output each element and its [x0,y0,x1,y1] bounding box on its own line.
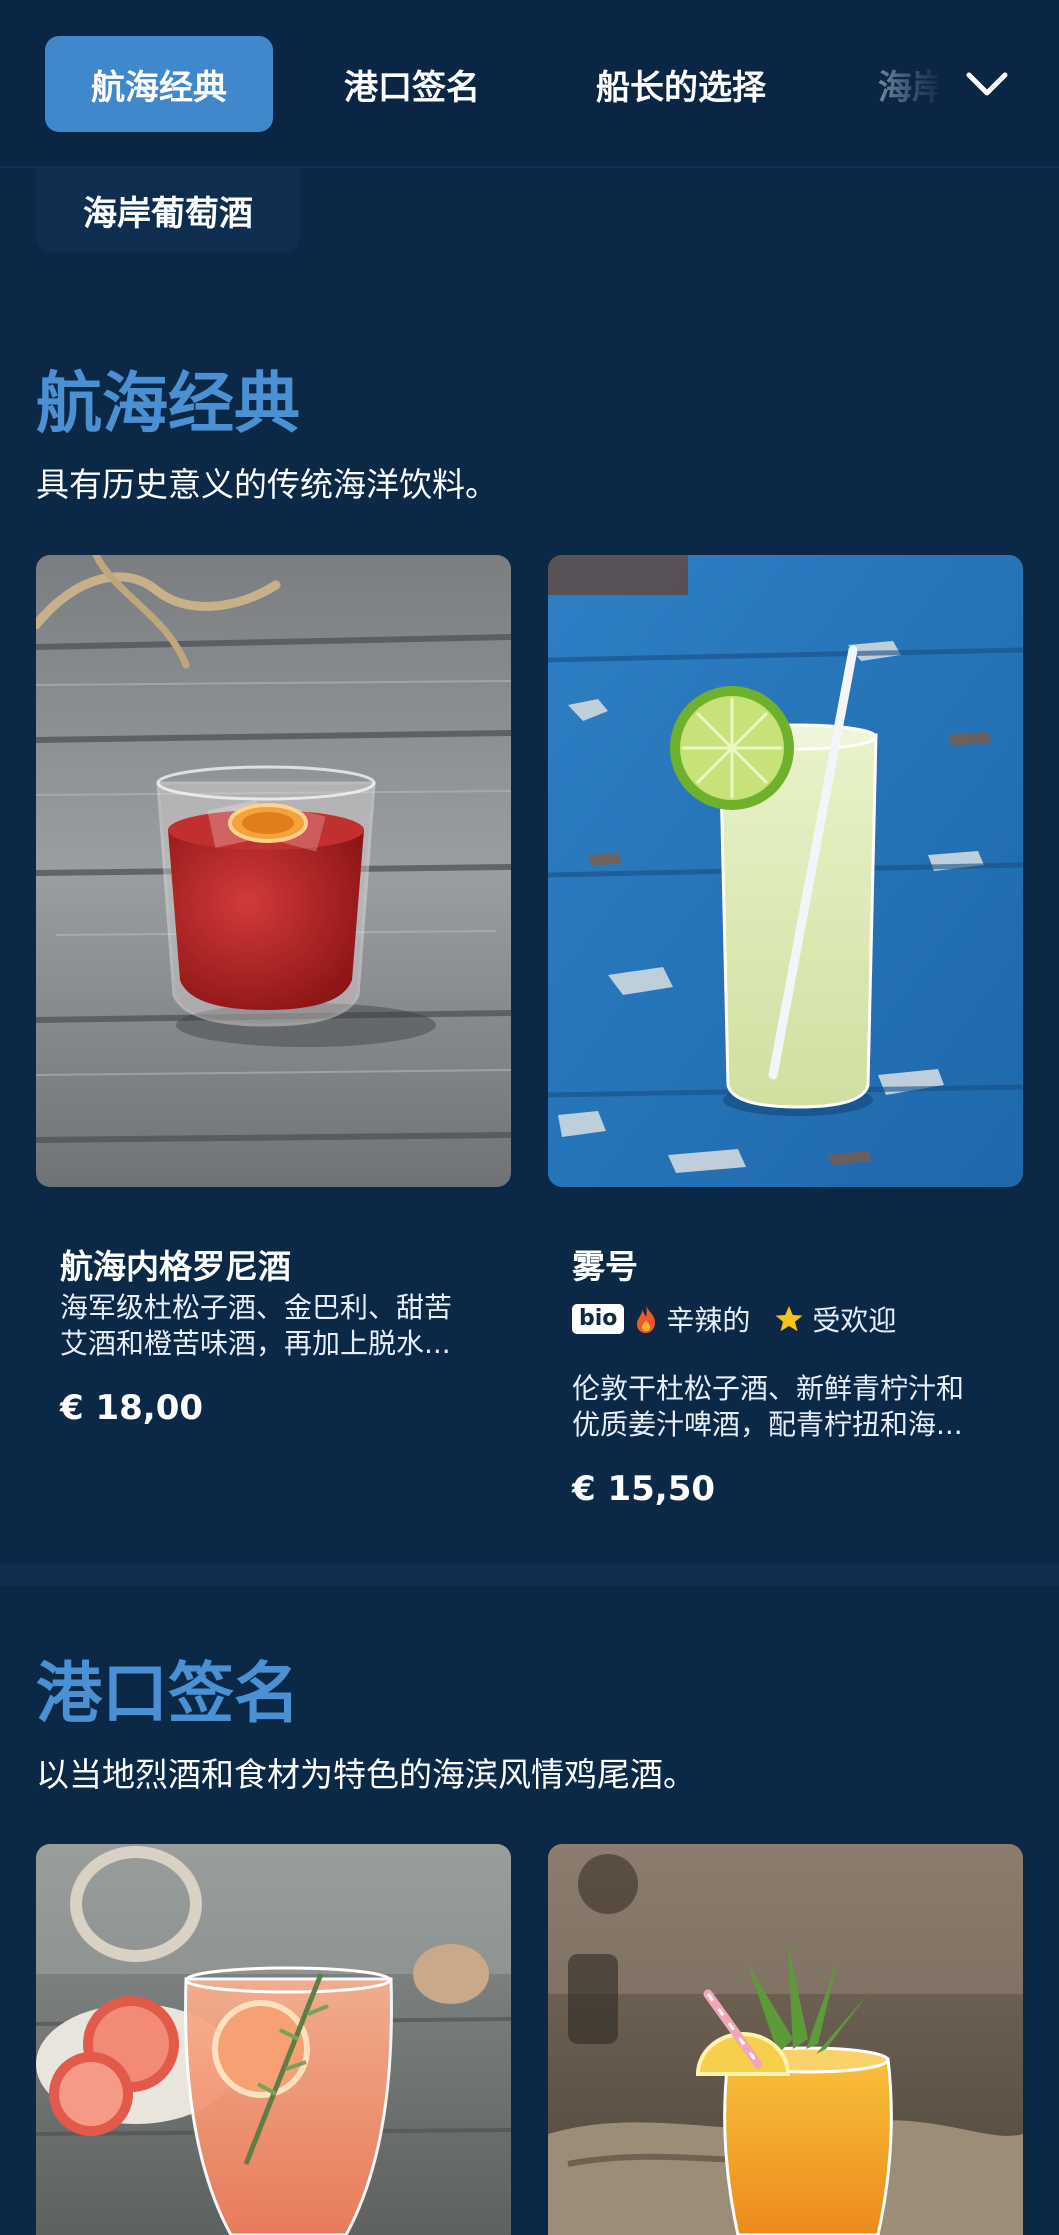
drink-image-tropical[interactable] [548,1844,1023,2235]
drink-name: 航海内格罗尼酒 [60,1247,291,1286]
drink-description-line: 海军级杜松子酒、金巴利、甜苦 [60,1291,453,1324]
tag-popular: 受欢迎 [774,1299,896,1339]
tag-spicy-label: 辛辣的 [666,1304,751,1337]
drink-description: 伦敦干杜松子酒、新鲜青柠汁和 优质姜汁啤酒，配青柠扭和海... [572,1371,1002,1443]
drink-description-line: 伦敦干杜松子酒、新鲜青柠汁和 [572,1372,965,1405]
tag-popular-label: 受欢迎 [812,1304,897,1337]
drink-image-negroni[interactable] [36,555,511,1187]
drink-name: 雾号 [572,1247,638,1286]
section-subtitle: 具有历史意义的传统海洋饮料。 [36,465,498,504]
drink-price: € 15,50 [572,1469,716,1509]
drink-description-line: 艾酒和橙苦味酒，再加上脱水... [60,1327,451,1360]
drink-image-fog[interactable] [548,555,1023,1187]
section-subtitle: 以当地烈酒和食材为特色的海滨风情鸡尾酒。 [36,1755,696,1794]
tag-spicy: 辛辣的 [634,1299,750,1339]
section-title: 港口签名 [36,1655,300,1732]
drink-tags: bio 辛辣的 受欢迎 [572,1299,910,1339]
menu-page: 航海经典 港口签名 船长的选择 海岸 海岸葡萄酒 航海经典 具有历史意义的传统海… [0,0,1059,2235]
chevron-down-icon [966,72,1008,96]
star-icon [775,1306,803,1332]
bio-badge: bio [572,1304,625,1334]
tab-coastal-partial[interactable]: 海岸 [878,36,938,132]
category-tab-bar: 航海经典 港口签名 船长的选择 海岸 [0,0,1059,168]
tab-harbor-signatures[interactable]: 港口签名 [318,36,506,132]
tab-coastal-wines[interactable]: 海岸葡萄酒 [36,168,300,252]
section-divider [0,1564,1059,1586]
tab-nautical-classics[interactable]: 航海经典 [45,36,273,132]
drink-image-grapefruit[interactable] [36,1844,511,2235]
flame-icon [637,1305,656,1333]
expand-tabs-button[interactable] [955,52,1019,116]
section-title: 航海经典 [36,365,300,442]
tab-captains-choice[interactable]: 船长的选择 [566,36,796,132]
drink-description: 海军级杜松子酒、金巴利、甜苦 艾酒和橙苦味酒，再加上脱水... [60,1290,490,1362]
drink-description-line: 优质姜汁啤酒，配青柠扭和海... [572,1408,963,1441]
drink-price: € 18,00 [60,1388,204,1428]
